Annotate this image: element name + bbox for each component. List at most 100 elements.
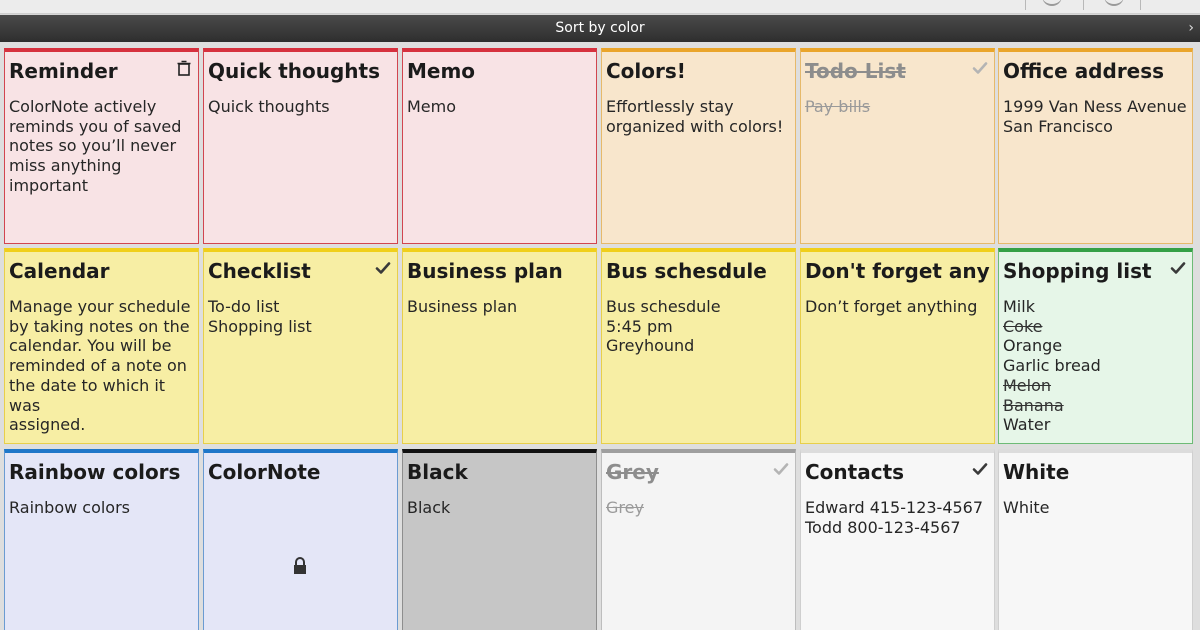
note-line: assigned. [9, 415, 86, 435]
note-title: White [1003, 460, 1070, 484]
note-line: Milk [1003, 297, 1035, 316]
note-body: Effortlessly stay organized with colors! [606, 97, 791, 136]
note-body: ColorNote actively reminds you of saved no… [9, 97, 194, 196]
note-line: Water [1003, 415, 1051, 435]
note-line: Shopping list [208, 316, 312, 336]
sync-icon[interactable] [1042, 0, 1062, 6]
note-card-calendar[interactable]: Calendar Manage your schedule by taking no… [4, 248, 199, 444]
note-title: Rainbow colors [9, 460, 181, 484]
note-line: Greyhound [606, 336, 695, 356]
note-card-colornote[interactable]: ColorNote [203, 449, 398, 630]
note-card-reminder[interactable]: Reminder ColorNote actively reminds you of… [4, 48, 199, 244]
note-line: 5:45 pm [606, 316, 673, 336]
note-line: Quick thoughts [208, 97, 330, 116]
note-body: Quick thoughts [208, 97, 393, 117]
note-title: Contacts [805, 460, 905, 484]
note-card-don-t-forget-anything[interactable]: Don't forget anything Don’t forget anythi… [800, 248, 995, 444]
note-line: reminded of a note on [9, 356, 187, 376]
note-title: Memo [407, 59, 476, 83]
note-card-rainbow-colors[interactable]: Rainbow colors Rainbow colors [4, 449, 199, 630]
note-line: Memo [407, 97, 457, 116]
note-body: 1999 Van Ness Avenue San Francisco [1003, 97, 1188, 136]
note-title: Don't forget anything [805, 259, 990, 283]
note-line: Grey [606, 498, 644, 517]
note-line: Todd 800-123-4567 [805, 517, 961, 537]
note-title: Quick thoughts [208, 59, 381, 83]
sort-bar[interactable]: Sort by color › [0, 15, 1200, 42]
note-line: Bus schesdule [606, 297, 721, 316]
note-title: Checklist [208, 259, 311, 283]
trash-icon [176, 60, 192, 76]
note-body: White [1003, 498, 1188, 518]
note-line: miss anything important [9, 156, 127, 195]
checked-item: Banana [1003, 395, 1064, 415]
note-card-memo[interactable]: Memo Memo [402, 48, 597, 244]
note-line: reminds you of saved [9, 116, 182, 136]
divider [1083, 0, 1084, 10]
note-card-checklist[interactable]: Checklist To-do list Shopping list [203, 248, 398, 444]
sort-label: Sort by color [555, 20, 645, 36]
divider [1140, 0, 1141, 10]
note-line: Orange [1003, 336, 1063, 356]
note-title: Colors! [606, 59, 686, 83]
check-icon [1170, 260, 1186, 276]
note-line: 1999 Van Ness Avenue [1003, 97, 1187, 116]
note-body: Memo [407, 97, 592, 117]
note-line: San Francisco [1003, 116, 1113, 136]
note-title: Business plan [407, 259, 563, 283]
search-icon[interactable] [1104, 0, 1124, 6]
check-icon [375, 260, 391, 276]
note-title: Calendar [9, 259, 110, 283]
note-title: Shopping list [1003, 259, 1152, 283]
check-icon [972, 461, 988, 477]
note-line: the date to which it was [9, 375, 171, 415]
note-title: Reminder [9, 59, 118, 83]
note-body: Grey [606, 498, 791, 518]
check-icon [972, 60, 988, 76]
status-strip [0, 0, 1200, 14]
lock-icon [291, 556, 309, 576]
note-card-black[interactable]: Black Black [402, 449, 597, 630]
note-body: Bus schesdule 5:45 pm Greyhound [606, 297, 791, 356]
note-body: Business plan [407, 297, 592, 317]
note-line: To-do list [208, 297, 280, 316]
note-card-business-plan[interactable]: Business plan Business plan [402, 248, 597, 444]
note-body: To-do list Shopping list [208, 297, 393, 336]
note-line: organized with colors! [606, 116, 784, 136]
note-line: Business plan [407, 297, 518, 316]
note-body: Pay bills [805, 97, 990, 117]
note-line: Edward 415-123-4567 [805, 498, 984, 517]
note-card-grey[interactable]: Grey Grey [601, 449, 796, 630]
checked-item: Melon [1003, 375, 1052, 395]
note-line: notes so you’ll never [9, 136, 177, 156]
note-card-todo-list[interactable]: Todo List Pay bills [800, 48, 995, 244]
note-card-bus-schesdule[interactable]: Bus schesdule Bus schesdule 5:45 pm Greyhou… [601, 248, 796, 444]
note-line: Black [407, 498, 451, 517]
note-card-white[interactable]: White White [998, 449, 1193, 630]
note-card-office-address[interactable]: Office address 1999 Van Ness Avenue San Fr… [998, 48, 1193, 244]
divider [1025, 0, 1026, 10]
note-card-contacts[interactable]: Contacts Edward 415-123-4567 Todd 800-123-… [800, 449, 995, 630]
note-card-quick-thoughts[interactable]: Quick thoughts Quick thoughts [203, 48, 398, 244]
note-card-colors[interactable]: Colors! Effortlessly stay organized with c… [601, 48, 796, 244]
note-title: Office address [1003, 59, 1165, 83]
note-title: ColorNote [208, 460, 321, 484]
note-body: Edward 415-123-4567 Todd 800-123-4567 [805, 498, 990, 537]
note-line: Pay bills [805, 97, 871, 116]
note-line: Manage your schedule [9, 297, 191, 316]
note-line: Rainbow colors [9, 498, 131, 517]
note-body: Don’t forget anything [805, 297, 990, 317]
note-line: Don’t forget anything [805, 297, 978, 316]
check-icon [773, 461, 789, 477]
note-line: Effortlessly stay [606, 97, 734, 116]
note-body: Rainbow colors [9, 498, 194, 518]
chevron-right-icon[interactable]: › [1188, 15, 1194, 42]
checked-item: Coke [1003, 316, 1043, 336]
notes-grid: Reminder ColorNote actively reminds you of… [0, 42, 1200, 630]
note-body: Manage your schedule by taking notes on t… [9, 297, 194, 435]
note-title: Black [407, 460, 468, 484]
note-line: White [1003, 498, 1050, 517]
note-body: Black [407, 498, 592, 518]
note-title: Bus schesdule [606, 259, 767, 283]
note-card-shopping-list[interactable]: Shopping list Milk Coke Orange Garlic bread M… [998, 248, 1193, 444]
